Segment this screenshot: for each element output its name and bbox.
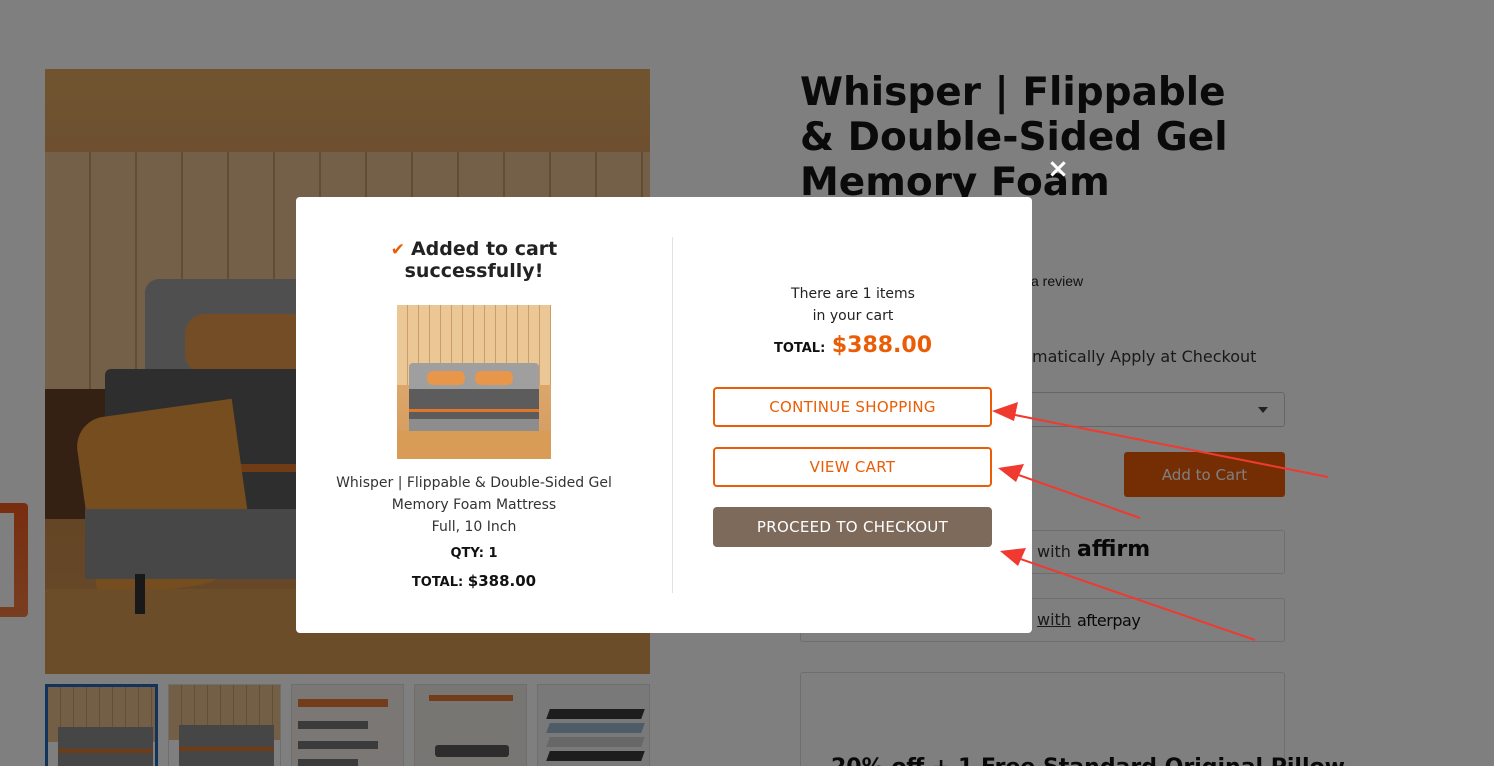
proceed-to-checkout-button[interactable]: PROCEED TO CHECKOUT xyxy=(713,507,992,547)
view-cart-button[interactable]: VIEW CART xyxy=(713,447,992,487)
cart-item-name-line2: Memory Foam Mattress xyxy=(391,497,557,513)
cart-item-image xyxy=(397,305,551,459)
cart-total: TOTAL: $388.00 xyxy=(773,333,933,358)
added-to-cart-modal: ✔ Added to cart successfully! Whisper | F… xyxy=(296,197,1032,633)
cart-item-name: Whisper | Flippable & Double-Sided Gel M… xyxy=(324,472,624,538)
modal-divider xyxy=(672,237,673,593)
page: Whisper | Flippable & Double-Sided Gel M… xyxy=(0,0,1494,766)
cart-item-total: TOTAL: $388.00 xyxy=(411,572,537,590)
cart-item-variant: Full, 10 Inch xyxy=(431,519,517,535)
added-to-cart-heading: ✔ Added to cart successfully! xyxy=(366,239,582,282)
close-icon[interactable]: × xyxy=(1047,156,1069,182)
cart-total-value: $388.00 xyxy=(831,333,933,358)
cart-item-qty: QTY: 1 xyxy=(450,546,498,561)
cart-count-text: There are 1 items in your cart xyxy=(791,286,915,324)
cart-item-name-line1: Whisper | Flippable & Double-Sided Gel xyxy=(336,475,612,491)
check-icon: ✔ xyxy=(390,240,405,260)
continue-shopping-button[interactable]: CONTINUE SHOPPING xyxy=(713,387,992,427)
added-to-cart-title: Added to cart successfully! xyxy=(404,238,558,282)
